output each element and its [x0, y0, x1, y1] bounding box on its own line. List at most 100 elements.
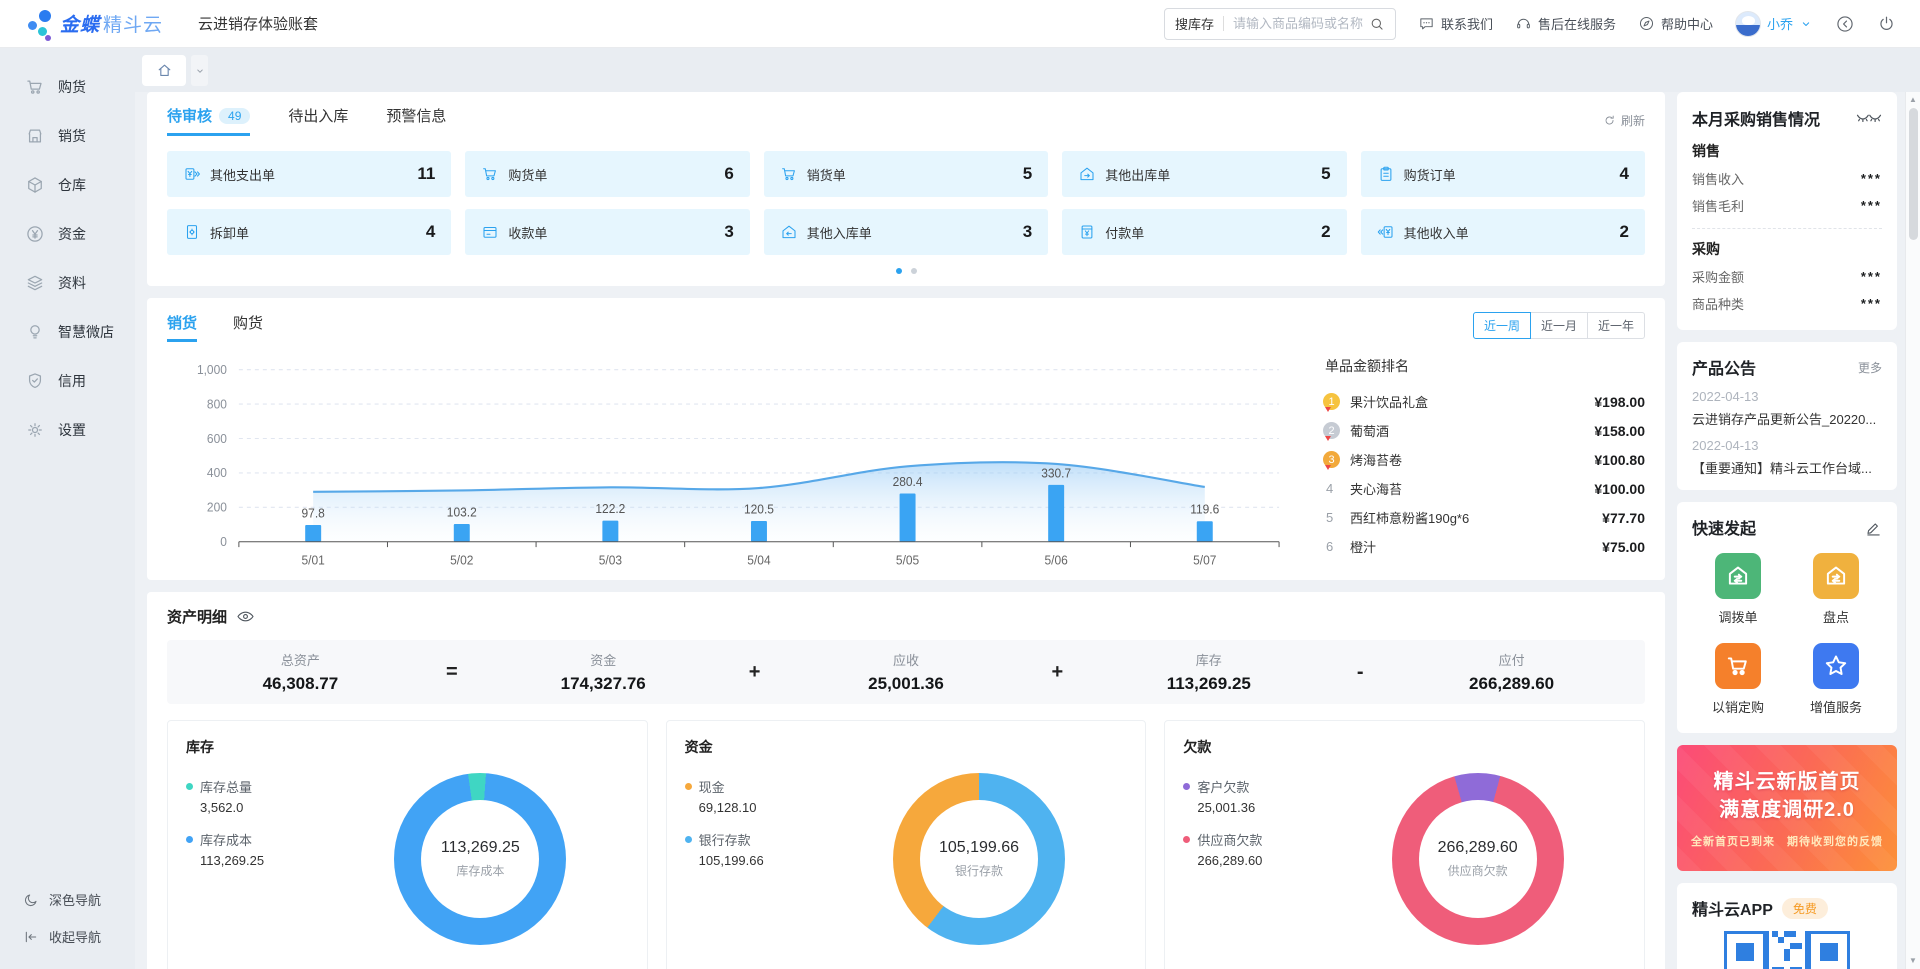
back-icon	[1835, 14, 1855, 34]
announcement-text[interactable]: 【重要通知】精斗云工作台域...	[1692, 458, 1882, 477]
sidebar-item-micro-store[interactable]: 智慧微店	[0, 307, 135, 356]
ranking-row[interactable]: 6橙汁¥75.00	[1323, 532, 1645, 561]
cart-icon	[25, 77, 45, 97]
sidebar-footer-label: 深色导航	[49, 890, 101, 909]
refresh-button[interactable]: 刷新	[1603, 112, 1645, 129]
sidebar-item-purchase[interactable]: 购货	[0, 62, 135, 111]
range-last-year[interactable]: 近一年	[1587, 312, 1645, 339]
legend-value: 266,289.60	[1197, 853, 1329, 868]
announcement-item[interactable]: 2022-04-13云进销存产品更新公告_20220...	[1692, 389, 1882, 428]
announcement-text[interactable]: 云进销存产品更新公告_20220...	[1692, 409, 1882, 428]
page-dot-2[interactable]	[911, 268, 917, 274]
eye-closed-icon[interactable]	[1856, 105, 1882, 131]
search-input[interactable]	[1233, 16, 1369, 31]
caret-icon	[194, 65, 206, 77]
eye-icon[interactable]	[236, 607, 255, 626]
donut-panel-欠款: 欠款客户欠款25,001.36供应商欠款266,289.60266,289.60…	[1164, 720, 1645, 969]
quick-action-value-added-service[interactable]: 增值服务	[1810, 643, 1862, 716]
todo-card-label: 销货单	[807, 165, 846, 184]
asset-label: 总资产	[167, 650, 434, 669]
ranking-row[interactable]: 5西红柿意粉酱190g*6¥77.70	[1323, 503, 1645, 532]
svg-text:97.8: 97.8	[302, 506, 325, 521]
sidebar-item-data[interactable]: 资料	[0, 258, 135, 307]
chevron-down-icon	[1799, 17, 1813, 31]
todo-card-other-outbound-bill[interactable]: 其他出库单5	[1062, 151, 1346, 197]
scroll-down-arrow[interactable]: ▼	[1909, 956, 1917, 966]
product-amount: ¥100.80	[1594, 452, 1645, 468]
trend-panel: 销货购货 02004006008001,00097.8103.2122.2120…	[147, 298, 1665, 580]
user-menu[interactable]: 小乔	[1735, 11, 1813, 37]
scrollbar-thumb[interactable]	[1909, 108, 1918, 240]
todo-card-other-income-bill[interactable]: 其他收入单2	[1361, 209, 1645, 255]
refresh-icon	[1603, 114, 1616, 127]
range-last-week[interactable]: 近一周	[1473, 312, 1531, 339]
scroll-up-arrow[interactable]: ▲	[1909, 95, 1917, 105]
clipboard-icon	[1377, 165, 1395, 183]
tab-warning-info[interactable]: 预警信息	[386, 105, 446, 136]
topbar-link-after-sales-service[interactable]: 售后在线服务	[1515, 14, 1616, 33]
asset-value: 174,327.76	[470, 674, 737, 694]
topbar-link-contact-us[interactable]: 联系我们	[1418, 14, 1493, 33]
quick-action-transfer-bill[interactable]: 调拨单	[1715, 553, 1761, 626]
todo-card-payment-bill[interactable]: 付款单2	[1062, 209, 1346, 255]
page-dot-1[interactable]	[896, 268, 902, 274]
sales-trend-chart: 02004006008001,00097.8103.2122.2120.5280…	[167, 346, 1315, 574]
summary-group-title: 销售	[1692, 141, 1882, 161]
todo-card-disassembly-bill[interactable]: 拆卸单4	[167, 209, 451, 255]
tab-pending-in-out[interactable]: 待出入库	[288, 105, 348, 136]
sidebar-item-sales[interactable]: 销货	[0, 111, 135, 160]
sidebar-item-funds[interactable]: 资金	[0, 209, 135, 258]
trend-tab-sales[interactable]: 销货	[167, 312, 197, 342]
inventory-search-box[interactable]: 搜库存	[1164, 8, 1396, 40]
eye-icon	[236, 607, 255, 626]
todo-card-other-inbound-bill[interactable]: 其他入库单3	[764, 209, 1048, 255]
sidebar-item-label: 信用	[58, 371, 86, 391]
svg-text:1,000: 1,000	[197, 363, 227, 378]
range-last-month[interactable]: 近一月	[1530, 312, 1588, 339]
todo-card-purchase-bill[interactable]: 购货单6	[465, 151, 749, 197]
quick-action-stocktake[interactable]: 盘点	[1813, 553, 1859, 626]
todo-card-count: 3	[724, 222, 733, 242]
medal-silver-icon: 2	[1323, 422, 1340, 439]
quick-action-sales-based-purchase[interactable]: 以销定购	[1712, 643, 1764, 716]
trend-tab-purchase[interactable]: 购货	[233, 312, 263, 342]
summary-value-masked: ***	[1861, 296, 1882, 311]
quick-action-label: 增值服务	[1810, 697, 1862, 716]
app-title: 精斗云APP	[1692, 896, 1773, 920]
tab-pending-approval[interactable]: 待审核49	[167, 105, 250, 136]
product-name: 夹心海苔	[1350, 479, 1594, 498]
ranking-row[interactable]: 1果汁饮品礼盒¥198.00	[1323, 387, 1645, 416]
user-name[interactable]: 小乔	[1767, 14, 1793, 33]
announcement-item[interactable]: 2022-04-13【重要通知】精斗云工作台域...	[1692, 438, 1882, 477]
app-logo[interactable]: 金蝶 精斗云	[0, 8, 180, 40]
sidebar-dark-nav[interactable]: 深色导航	[0, 881, 135, 918]
announcements-more-link[interactable]: 更多	[1858, 359, 1882, 376]
donut-center-label: 库存成本	[456, 862, 504, 879]
search-icon[interactable]	[1369, 16, 1385, 32]
ranking-row[interactable]: 4夹心海苔¥100.00	[1323, 474, 1645, 503]
ranking-row[interactable]: 2葡萄酒¥158.00	[1323, 416, 1645, 445]
todo-card-other-expense-bill[interactable]: 其他支出单11	[167, 151, 451, 197]
todo-card-label: 其他支出单	[210, 165, 275, 184]
summary-row: 采购金额***	[1692, 263, 1882, 290]
vertical-scrollbar[interactable]: ▲ ▼	[1905, 92, 1920, 969]
logout-power-icon[interactable]	[1877, 14, 1896, 33]
topbar-link-label: 联系我们	[1441, 14, 1493, 33]
sidebar-item-credit[interactable]: 信用	[0, 356, 135, 405]
sidebar-item-settings[interactable]: 设置	[0, 405, 135, 454]
home-tab[interactable]	[142, 55, 186, 86]
history-back-icon[interactable]	[1835, 14, 1855, 34]
sidebar-item-warehouse[interactable]: 仓库	[0, 160, 135, 209]
sidebar-collapse-nav[interactable]: 收起导航	[0, 918, 135, 955]
survey-banner[interactable]: 精斗云新版首页 满意度调研2.0 全新首页已到来 期待收到您的反馈	[1677, 745, 1897, 871]
todo-card-receipt-bill[interactable]: 收款单3	[465, 209, 749, 255]
avatar[interactable]	[1735, 11, 1761, 37]
pencil-edit-icon[interactable]	[1865, 519, 1882, 536]
ranking-row[interactable]: 3烤海苔卷¥100.80	[1323, 445, 1645, 474]
donut-center-value: 266,289.60	[1438, 839, 1518, 857]
todo-card-sales-bill[interactable]: 销货单5	[764, 151, 1048, 197]
todo-card-purchase-order[interactable]: 购货订单4	[1361, 151, 1645, 197]
tabstrip-dropdown[interactable]	[191, 55, 208, 86]
topbar-link-help-center[interactable]: 帮助中心	[1638, 14, 1713, 33]
search-scope-label[interactable]: 搜库存	[1175, 14, 1214, 33]
